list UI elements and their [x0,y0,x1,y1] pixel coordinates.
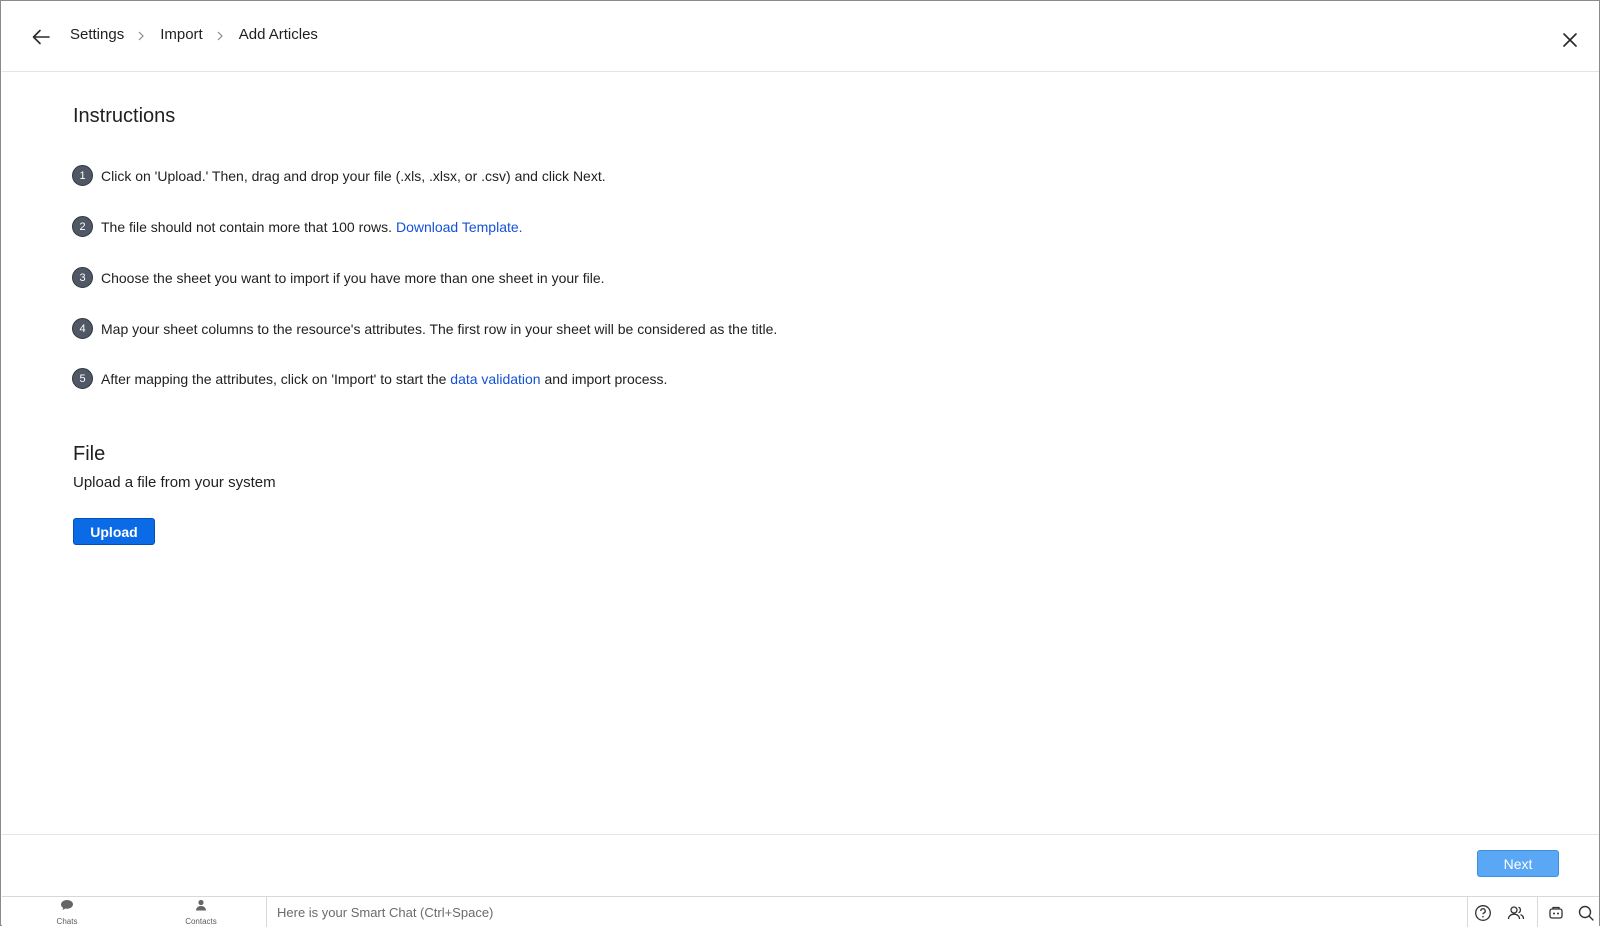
step-text-part: The file should not contain more that 10… [101,218,396,235]
bottom-bar-divider [266,897,267,927]
step-number-badge: 4 [72,318,93,339]
help-icon[interactable] [1474,904,1492,922]
file-subtitle: Upload a file from your system [73,474,276,491]
download-template-link[interactable]: Download Template. [396,219,523,235]
step-number-badge: 5 [72,368,93,389]
data-validation-link[interactable]: data validation [450,371,540,387]
chats-label: Chats [56,917,78,926]
contacts-nav-item[interactable]: Contacts [178,897,224,927]
app-window: Settings Import Add Articles Instruction… [0,0,1600,927]
chevron-right-icon [214,29,226,41]
instruction-step: 4 Map your sheet columns to the resource… [72,318,777,339]
page-header: Settings Import Add Articles [2,2,1599,72]
bottom-bar-divider [1467,897,1468,927]
step-number-badge: 2 [72,216,93,237]
breadcrumb-settings[interactable]: Settings [70,26,124,43]
contact-person-icon [195,898,207,916]
bot-icon[interactable] [1547,904,1565,922]
users-icon[interactable] [1507,904,1525,922]
instructions-heading: Instructions [73,105,176,127]
instruction-step: 2 The file should not contain more that … [72,216,523,237]
chat-bubble-icon [60,898,74,916]
step-text: Click on 'Upload.' Then, drag and drop y… [101,167,606,184]
breadcrumb: Settings Import Add Articles [70,26,318,43]
search-icon[interactable] [1577,904,1595,922]
bottom-bar: Chats Contacts [2,896,1599,927]
next-button[interactable]: Next [1477,850,1559,877]
instruction-step: 3 Choose the sheet you want to import if… [72,267,605,288]
chats-nav-item[interactable]: Chats [47,897,87,927]
step-text: The file should not contain more that 10… [101,219,523,235]
instruction-step: 5 After mapping the attributes, click on… [72,368,667,389]
instruction-step: 1 Click on 'Upload.' Then, drag and drop… [72,165,606,186]
breadcrumb-add-articles: Add Articles [238,26,318,43]
smart-chat-input[interactable] [277,897,1457,927]
footer-divider [2,834,1599,835]
step-number-badge: 3 [72,267,93,288]
step-text: After mapping the attributes, click on '… [101,371,667,387]
contacts-label: Contacts [185,917,217,926]
step-text: Map your sheet columns to the resource's… [101,320,778,337]
back-arrow-icon[interactable] [30,26,52,48]
step-text-part: and import process. [540,370,668,387]
breadcrumb-import[interactable]: Import [160,26,203,43]
file-heading: File [73,443,106,465]
upload-button[interactable]: Upload [73,518,155,545]
chevron-right-icon [135,29,147,41]
close-icon[interactable] [1561,31,1579,49]
step-number-badge: 1 [72,165,93,186]
step-text: Choose the sheet you want to import if y… [101,269,605,286]
step-text-part: After mapping the attributes, click on '… [101,370,451,387]
bottom-bar-divider [1537,897,1538,927]
